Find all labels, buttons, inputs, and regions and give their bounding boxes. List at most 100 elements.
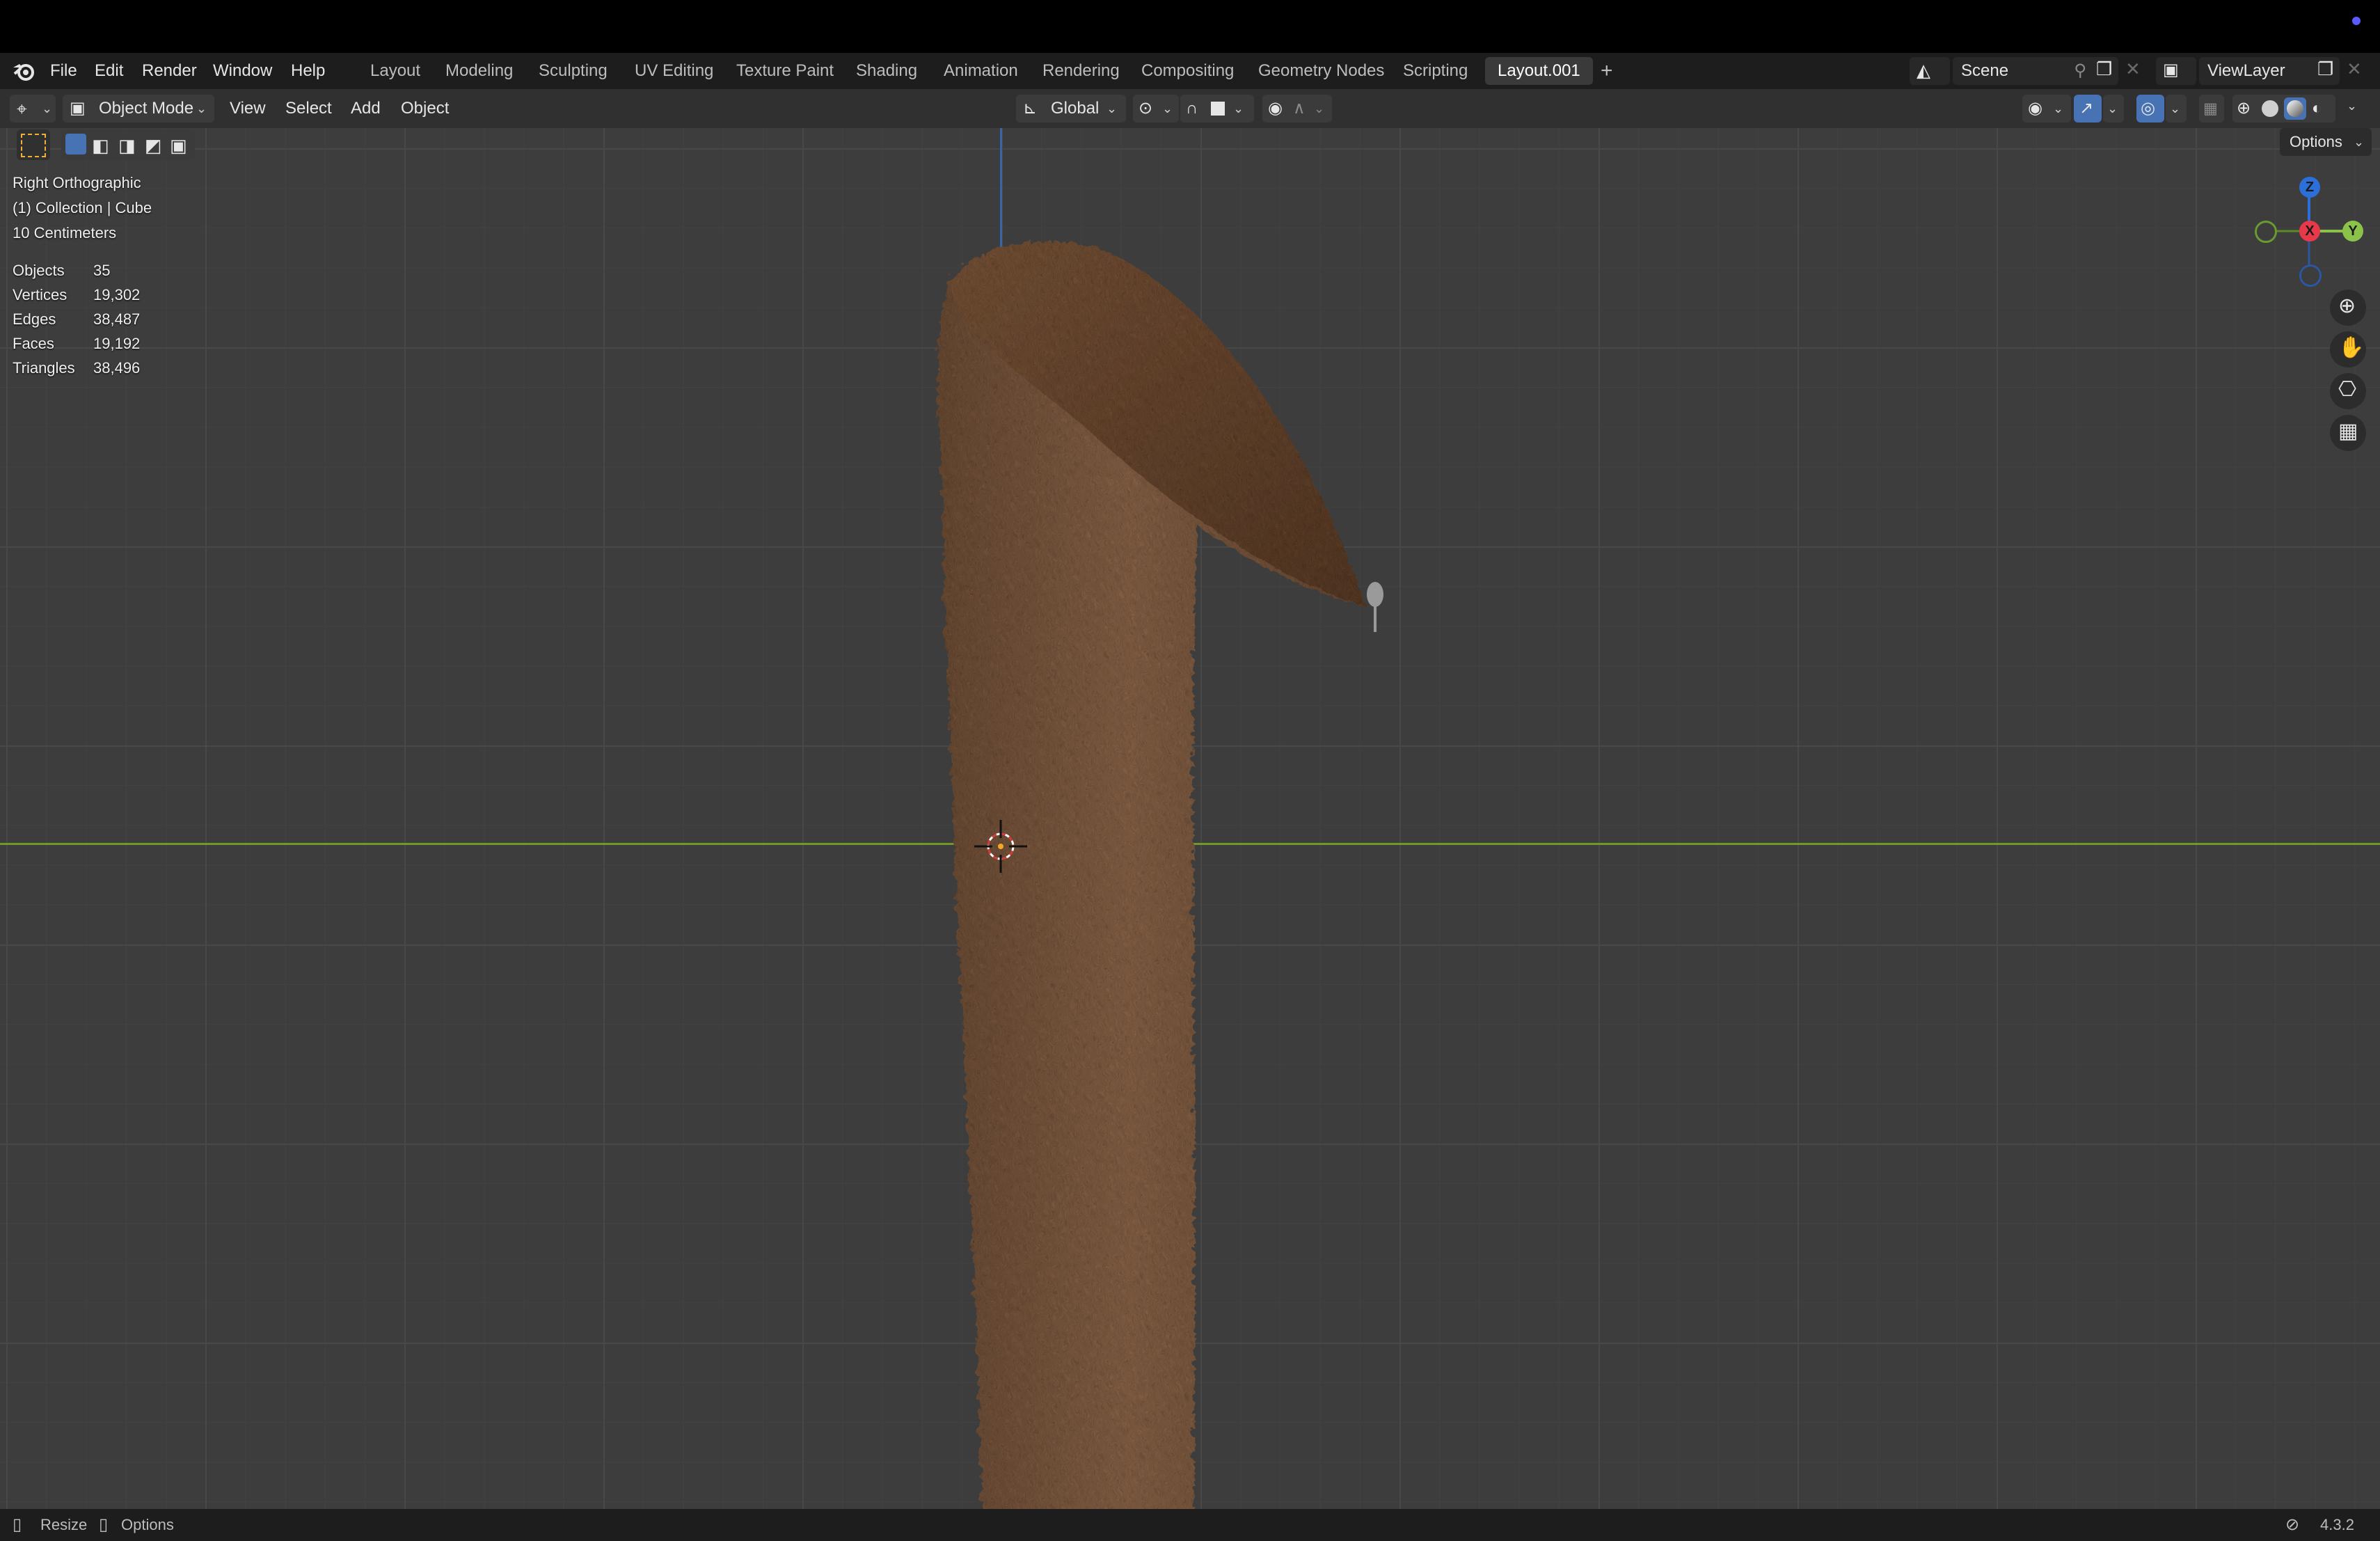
scene-name: Scene: [1961, 61, 2009, 80]
chevron-down-icon: ⌄: [1106, 102, 1118, 116]
xray-toggle[interactable]: ▦: [2199, 95, 2224, 123]
tab-shading[interactable]: Shading: [848, 53, 926, 89]
chevron-down-icon: ⌄: [2107, 102, 2118, 116]
subtract-selection-icon[interactable]: ◨: [118, 135, 136, 157]
blender-logo-icon[interactable]: [11, 58, 36, 84]
image-icon: ▣: [2163, 61, 2179, 79]
gizmo-toggle[interactable]: ↗: [2074, 95, 2102, 123]
gizmo-x-axis[interactable]: X: [2299, 221, 2320, 242]
proportional-icon: ◉: [1268, 99, 1283, 118]
options-dropdown[interactable]: Options ⌄: [2280, 128, 2372, 156]
snap-target-icon: [1211, 102, 1225, 116]
gizmo-neg-z-axis[interactable]: [2299, 264, 2322, 287]
tab-rendering[interactable]: Rendering: [1034, 53, 1128, 89]
version-label: 4.3.2: [2320, 1516, 2354, 1533]
snap-dropdown[interactable]: ∩ ⌄: [1180, 95, 1254, 123]
gizmo-neg-y-axis[interactable]: [2255, 221, 2277, 243]
object-mode-dropdown[interactable]: ▣ Object Mode ⌄: [63, 95, 214, 123]
set-selection-button[interactable]: [65, 134, 86, 155]
pivot-point-dropdown[interactable]: ⊙ ⌄: [1133, 95, 1179, 123]
intersect-selection-icon[interactable]: ▣: [170, 135, 187, 157]
gizmo-z-axis[interactable]: Z: [2299, 177, 2320, 198]
tab-texture-paint[interactable]: Texture Paint: [728, 53, 842, 89]
mouse-icon: ▯: [99, 1515, 109, 1534]
invert-selection-icon[interactable]: ◩: [145, 135, 162, 157]
magnet-icon: ∩: [1186, 99, 1198, 118]
viewport-menu-select[interactable]: Select: [280, 89, 338, 128]
ortho-toggle-button[interactable]: ▦: [2330, 415, 2366, 451]
stat-value: 19,192: [93, 335, 141, 352]
tab-layout[interactable]: Layout: [362, 53, 429, 89]
status-options: Options: [121, 1516, 174, 1533]
tab-scripting[interactable]: Scripting: [1395, 53, 1476, 89]
gizmo-icon: ↗: [2079, 99, 2094, 118]
editor-type-dropdown[interactable]: ⌖ ⌄: [10, 95, 56, 123]
scene-name-field[interactable]: Scene ⚲: [1953, 57, 2096, 85]
tab-uv-editing[interactable]: UV Editing: [626, 53, 722, 89]
viewport-menu-add[interactable]: Add: [345, 89, 386, 128]
scene-browse-button[interactable]: ◭: [1910, 57, 1950, 85]
gizmo-y-axis[interactable]: Y: [2342, 221, 2363, 242]
stat-value: 19,302: [93, 286, 141, 303]
gizmo-dropdown[interactable]: ⌄: [2103, 95, 2124, 123]
overlay-icon: ◎: [2141, 99, 2155, 118]
material-shading-button[interactable]: [2284, 97, 2306, 120]
menu-render[interactable]: Render: [134, 53, 205, 89]
chevron-down-icon: ⌄: [42, 102, 53, 116]
3d-cursor-icon: [974, 820, 1027, 873]
new-scene-button[interactable]: ❐: [2091, 57, 2118, 85]
selection-mode-group: ◧ ◨ ◩ ▣: [61, 129, 195, 160]
options-label: Options: [2290, 133, 2342, 150]
shading-dropdown-icon[interactable]: ⌄: [2347, 99, 2357, 113]
stat-label: Faces: [13, 335, 54, 352]
hand-icon: ✋: [2338, 336, 2365, 359]
notification-dot: [2352, 17, 2361, 25]
proportional-edit-dropdown[interactable]: ◉ ∧ ⌄: [1262, 95, 1332, 123]
viewport-menu-object[interactable]: Object: [395, 89, 454, 128]
falloff-icon: ∧: [1293, 99, 1306, 118]
delete-scene-icon[interactable]: ✕: [2125, 58, 2141, 80]
zoom-button[interactable]: ⊕: [2330, 290, 2366, 326]
tab-compositing[interactable]: Compositing: [1133, 53, 1242, 89]
menu-help[interactable]: Help: [283, 53, 333, 89]
extend-selection-icon[interactable]: ◧: [92, 135, 109, 157]
menu-window[interactable]: Window: [205, 53, 280, 89]
menu-edit[interactable]: Edit: [86, 53, 132, 89]
network-off-icon: ⊘: [2285, 1515, 2300, 1534]
solid-shading-icon[interactable]: [2262, 100, 2278, 117]
stat-value: 38,487: [93, 310, 141, 328]
add-workspace-icon[interactable]: +: [1592, 53, 1621, 89]
rendered-shading-icon[interactable]: ◐: [2312, 95, 2322, 123]
orientation-label: Global: [1051, 99, 1100, 118]
select-tool-button[interactable]: [17, 129, 50, 160]
pan-button[interactable]: ✋: [2330, 331, 2366, 368]
transform-orientation-dropdown[interactable]: ⊾ Global ⌄: [1016, 95, 1126, 123]
tab-sculpting[interactable]: Sculpting: [530, 53, 616, 89]
delete-viewlayer-icon[interactable]: ✕: [2347, 58, 2362, 80]
new-viewlayer-button[interactable]: ❐: [2312, 57, 2340, 85]
3d-viewport-icon: ⌖: [17, 98, 27, 119]
viewport-menu-view[interactable]: View: [224, 89, 271, 128]
status-bar: ▯ Resize ▯ Options ⊘ 4.3.2: [0, 1509, 2380, 1541]
grid-icon: ▦: [2338, 420, 2358, 443]
zoom-icon: ⊕: [2338, 294, 2356, 317]
top-menu-bar: File Edit Render Window Help Layout Mode…: [0, 53, 2380, 89]
tab-modeling[interactable]: Modeling: [437, 53, 521, 89]
menu-file[interactable]: File: [42, 53, 86, 89]
viewlayer-browse-button[interactable]: ▣: [2156, 57, 2196, 85]
overlay-dropdown[interactable]: ⌄: [2166, 95, 2187, 123]
stat-label: Vertices: [13, 286, 68, 303]
tab-animation[interactable]: Animation: [935, 53, 1026, 89]
orientation-icon: ⊾: [1023, 99, 1038, 118]
overlay-toggle[interactable]: ◎: [2136, 95, 2164, 123]
visibility-dropdown[interactable]: ◉ ⌄: [2022, 95, 2071, 123]
camera-view-button[interactable]: ⎔: [2330, 373, 2366, 409]
shading-mode-group: ⊕ ◐: [2232, 95, 2335, 123]
pin-icon[interactable]: ⚲: [2074, 57, 2086, 85]
viewlayer-name-field[interactable]: ViewLayer: [2199, 57, 2324, 85]
collection-label: (1) Collection | Cube: [13, 199, 152, 216]
3d-viewport[interactable]: Right Orthographic (1) Collection | Cube…: [0, 128, 2380, 1509]
tab-geometry-nodes[interactable]: Geometry Nodes: [1250, 53, 1393, 89]
tab-layout-001[interactable]: Layout.001: [1485, 57, 1593, 85]
wireframe-shading-icon[interactable]: ⊕: [2237, 95, 2251, 123]
